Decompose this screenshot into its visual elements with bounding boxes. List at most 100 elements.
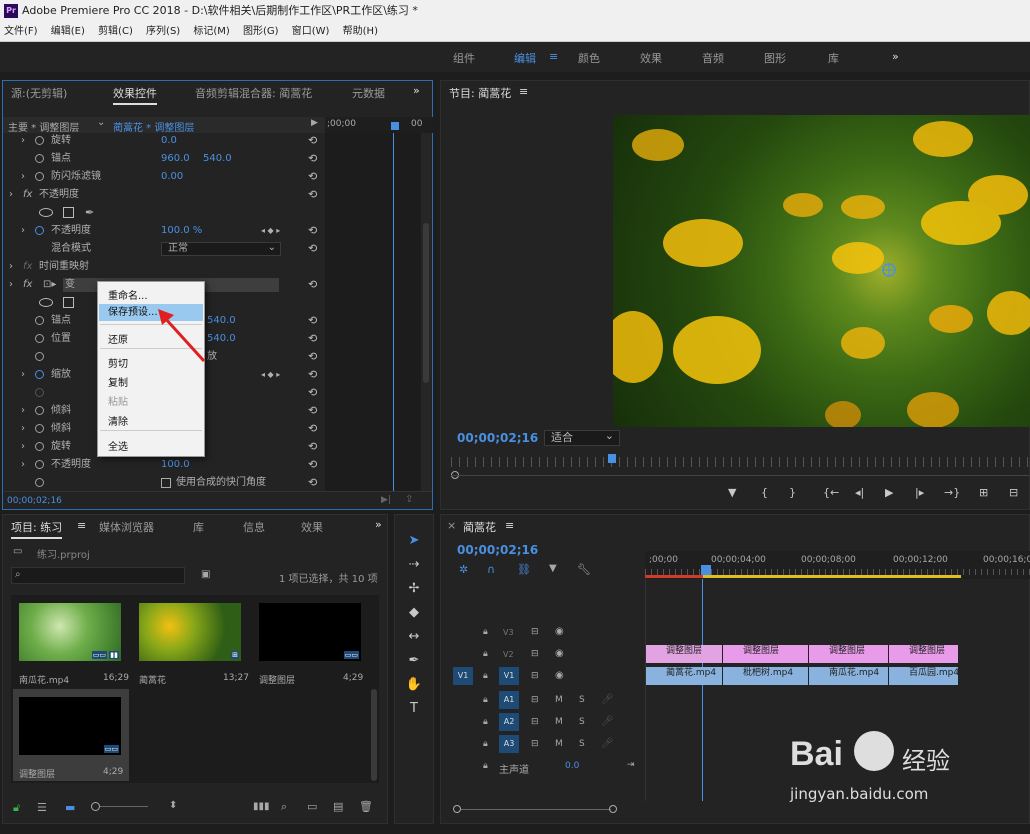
property-row[interactable]: › 防闪烁滤镜 0.00 ⟲ [3,168,325,186]
property-row[interactable]: 锚点 960.0 540.0 ⟲ [3,150,325,168]
thumbnail-pumpkin-flower[interactable]: ▭▭ ▮▮ [19,603,121,661]
reset-icon[interactable]: ⟲ [308,438,317,456]
workspace-menu-icon[interactable]: ≡ [549,50,558,63]
property-row[interactable]: › 不透明度 100.0 % ◂ ◆ ▸ ⟲ [3,222,325,240]
mute-button[interactable]: M [555,717,563,727]
add-marker-icon[interactable]: ▼ [549,563,557,574]
chevron-down-icon[interactable]: ⌄ [97,117,105,128]
reset-icon[interactable]: ⟲ [308,222,317,240]
mark-out-icon[interactable]: } [789,486,796,499]
zoom-slider[interactable] [100,806,148,807]
mic-icon[interactable]: 🎤︎ [601,716,614,727]
track-select-tool-icon[interactable]: ⇢ [403,557,425,575]
clip-v1[interactable]: 枇杷树.mp4 [723,667,809,685]
thumbnail-adjustment-layer[interactable]: ▭▭ [259,603,361,661]
reset-icon[interactable]: ⟲ [308,366,317,384]
menu-sequence[interactable]: 序列(S) [146,22,180,42]
program-timecode[interactable]: 00;00;02;16 [457,431,538,445]
ec-timeline-ruler[interactable]: ;00;00 00 [325,117,433,133]
lock-icon[interactable]: 🔒︎ [483,717,488,727]
mark-in-icon[interactable]: { [761,486,768,499]
add-marker-icon[interactable]: ▼ [728,486,736,499]
play-arrow-icon[interactable]: ▶ [311,118,318,128]
ec-keyframe-area[interactable] [325,133,421,491]
export-icon[interactable]: ⇪ [405,494,413,505]
property-value[interactable]: 960.0 [161,150,190,168]
clip-v2[interactable]: 调整图层 [723,645,809,663]
panel-menu-icon[interactable]: ≡ [77,519,86,532]
timeline-ruler[interactable]: ;00;00 00;00;04;00 00;00;08;00 00;00;12;… [645,551,1030,579]
lock-icon[interactable]: 🔓︎ [13,801,20,815]
tab-source[interactable]: 源:(无剪辑) [11,85,67,101]
reset-icon[interactable]: ⟲ [308,456,317,474]
slip-tool-icon[interactable]: ↔ [403,629,425,647]
clip-v2[interactable]: 调整图层 [646,645,723,663]
panel-more-icon[interactable]: » [413,84,420,97]
solo-button[interactable]: S [579,739,585,749]
eye-icon[interactable]: ◉ [555,626,564,637]
stopwatch-icon[interactable] [35,153,44,163]
zoom-slider-handle[interactable] [91,802,100,811]
stopwatch-icon[interactable] [35,225,44,235]
tab-media-browser[interactable]: 媒体浏览器 [99,519,154,535]
automate-icon[interactable]: ▮▮▮ [253,801,270,812]
step-forward-icon[interactable]: |▸ [915,486,924,499]
property-value-2[interactable]: 540.0 [203,150,232,168]
stopwatch-icon[interactable] [35,477,44,487]
reset-icon[interactable]: ⟲ [308,150,317,168]
workspace-graphics[interactable]: 图形 [764,50,786,66]
ripple-edit-tool-icon[interactable]: ✢ [403,581,425,599]
icon-view-icon[interactable]: ▬ [65,801,75,814]
panel-menu-icon[interactable]: ≡ [505,519,514,532]
thumbnail-adjustment-layer-selected[interactable]: ▭▭ [19,697,121,755]
find-icon[interactable]: ⌕ [281,800,287,814]
track-label[interactable]: A2 [499,713,519,731]
mic-icon[interactable]: 🎤︎ [601,738,614,749]
lock-icon[interactable]: 🔒︎ [483,739,488,749]
menu-item-clear[interactable]: 清除 [108,413,128,428]
stopwatch-icon[interactable] [35,171,44,181]
ellipse-mask-icon[interactable] [39,208,53,217]
new-item-icon[interactable]: ▤ [333,800,343,813]
solo-button[interactable]: S [579,717,585,727]
menu-clip[interactable]: 剪辑(C) [98,22,133,42]
reset-icon[interactable]: ⟲ [308,168,317,186]
sequence-tab[interactable]: 蔺蒿花 [463,519,496,535]
playhead-marker[interactable] [391,122,399,130]
sort-icon[interactable]: ⬍ [169,800,177,811]
type-tool-icon[interactable]: T [403,701,425,719]
hand-tool-icon[interactable]: ✋ [403,677,425,695]
stopwatch-icon[interactable] [35,351,44,361]
ellipse-mask-icon[interactable] [39,298,53,307]
stopwatch-icon[interactable] [35,333,44,343]
workspace-more-button[interactable]: » [892,50,899,63]
snap-icon[interactable]: ∩ [487,563,495,576]
go-to-end-icon[interactable]: ⇥ [627,760,635,770]
new-bin-icon[interactable]: ▣ [201,569,210,580]
shutter-angle-checkbox[interactable] [161,478,171,488]
program-playhead[interactable] [608,454,616,463]
workspace-libraries[interactable]: 库 [828,50,839,66]
property-row[interactable]: 使用合成的快门角度 ⟲ [3,474,325,492]
lock-icon[interactable]: 🔒︎ [483,695,488,705]
property-value[interactable]: 0.0 [161,132,177,150]
stopwatch-icon[interactable] [35,135,44,145]
track-label[interactable]: A1 [499,691,519,709]
menu-item-rename[interactable]: 重命名... [108,287,148,302]
list-view-icon[interactable]: ☰ [37,801,47,814]
reset-icon[interactable]: ⟲ [308,312,317,330]
play-icon[interactable]: ▶ [885,486,893,499]
reset-icon[interactable]: ⟲ [308,420,317,438]
stopwatch-icon[interactable] [35,369,44,379]
project-search-input[interactable]: ⌕ [11,567,185,584]
eye-icon[interactable]: ◉ [555,670,564,681]
sync-lock-icon[interactable]: ⊟ [531,739,539,749]
clip-v2[interactable]: 调整图层 [889,645,959,663]
clip-v1[interactable]: 蔺蒿花.mp4 [646,667,723,685]
selection-tool-icon[interactable]: ➤ [403,533,425,551]
lock-icon[interactable]: 🔒︎ [483,649,488,659]
stopwatch-icon[interactable] [35,315,44,325]
blend-mode-select[interactable]: 正常 ⌄ [161,242,281,256]
workspace-audio[interactable]: 音频 [702,50,724,66]
solo-button[interactable]: S [579,695,585,705]
